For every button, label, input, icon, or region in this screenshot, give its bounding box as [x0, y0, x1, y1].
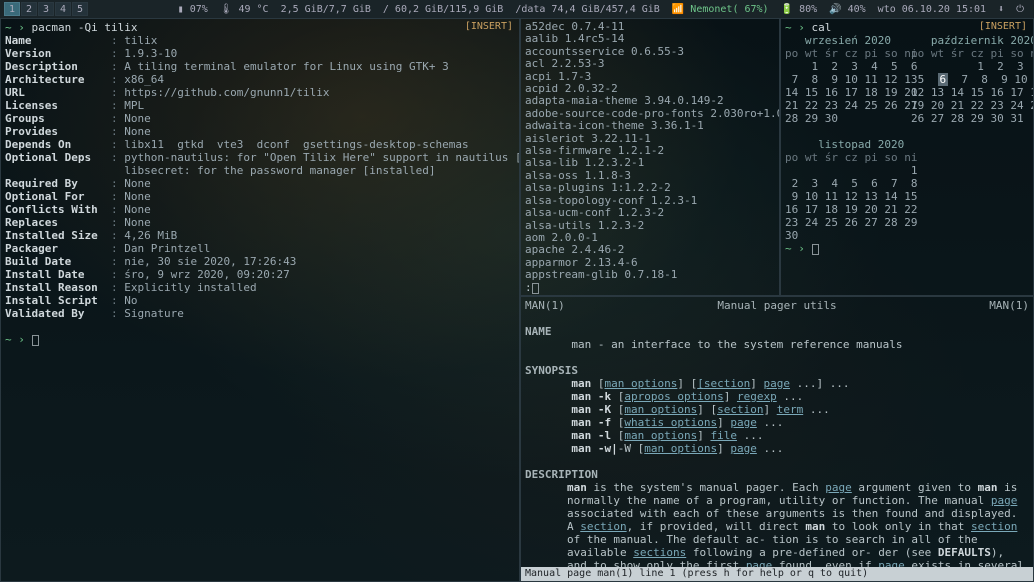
- workspace-list[interactable]: 12345: [4, 2, 88, 16]
- terminal-pane-man[interactable]: MAN(1) Manual pager utils MAN(1) NAME ma…: [520, 296, 1034, 582]
- workspace-5[interactable]: 5: [72, 2, 88, 16]
- mem-stat: 2,5 GiB/7,7 GiB: [281, 4, 371, 15]
- man-header: MAN(1) Manual pager utils MAN(1): [525, 299, 1029, 312]
- cursor-icon: [812, 244, 819, 255]
- pacman-field: libsecret: for the password manager [ins…: [5, 164, 515, 177]
- workspace-3[interactable]: 3: [38, 2, 54, 16]
- swap-stat: / 60,2 GiB/115,9 GiB: [383, 4, 503, 15]
- pacman-field: Architecture : x86_64: [5, 73, 515, 86]
- pacman-field: Conflicts With : None: [5, 203, 515, 216]
- datetime-stat: wto 06.10.20 15:01: [878, 4, 986, 15]
- man-section-description: DESCRIPTION: [525, 468, 598, 481]
- pkg-list-item: adapta-maia-theme 3.94.0.149-2: [525, 95, 775, 107]
- pacman-field: URL : https://github.com/gnunn1/tilix: [5, 86, 515, 99]
- top-status-bar: 12345 ▮ 07% 🌡 49 °C 2,5 GiB/7,7 GiB / 60…: [0, 0, 1034, 18]
- pacman-field: Install Script : No: [5, 294, 515, 307]
- tray-icon[interactable]: ⬇: [998, 4, 1004, 15]
- calendar-month: wrzesień 2020po wt śr cz pi so ni 1 2 3 …: [785, 34, 903, 125]
- pacman-field: Install Reason : Explicitly installed: [5, 281, 515, 294]
- pacman-field: Install Date : śro, 9 wrz 2020, 09:20:27: [5, 268, 515, 281]
- pacman-field: Replaces : None: [5, 216, 515, 229]
- terminal-pane-pacman[interactable]: [INSERT] ~ › pacman -Qi tilix Name : til…: [0, 18, 520, 582]
- pacman-field: Description : A tiling terminal emulator…: [5, 60, 515, 73]
- pacman-field: Version : 1.9.3-10: [5, 47, 515, 60]
- pkg-list-item: acl 2.2.53-3: [525, 58, 775, 70]
- battery-stat: ▮ 07%: [178, 4, 208, 15]
- mode-badge: [INSERT]: [465, 21, 513, 32]
- calendar-month: październik 2020po wt śr cz pi so ni 1 2…: [911, 34, 1029, 125]
- workspace-2[interactable]: 2: [21, 2, 37, 16]
- terminal-pane-pkglist[interactable]: a52dec 0.7.4-11aalib 1.4rc5-14accountsse…: [520, 18, 780, 296]
- workspace-4[interactable]: 4: [55, 2, 71, 16]
- pacman-field: Provides : None: [5, 125, 515, 138]
- pkg-list-item: alsa-lib 1.2.3.2-1: [525, 157, 775, 169]
- pacman-field: Depends On : libx11 gtkd vte3 dconf gset…: [5, 138, 515, 151]
- pacman-field: Name : tilix: [5, 34, 515, 47]
- pkg-list-item: appstream-glib 0.7.18-1: [525, 269, 775, 281]
- pacman-field: Optional Deps : python-nautilus: for "Op…: [5, 151, 515, 164]
- power-icon[interactable]: ⏻: [1016, 4, 1024, 15]
- volume-stat: 🔊 40%: [829, 4, 866, 15]
- pkg-list-item: alsa-ucm-conf 1.2.3-2: [525, 207, 775, 219]
- man-status-line: Manual page man(1) line 1 (press h for h…: [521, 567, 1033, 581]
- man-section-name: NAME: [525, 325, 552, 338]
- pacman-field: Build Date : nie, 30 sie 2020, 17:26:43: [5, 255, 515, 268]
- man-synopsis-line: man -f [whatis options] page ...: [525, 416, 1029, 429]
- wifi-stat: 📶 Nemonet( 67%): [672, 4, 769, 15]
- man-synopsis-line: man -w|-W [man options] page ...: [525, 442, 1029, 455]
- pacman-field: Packager : Dan Printzell: [5, 242, 515, 255]
- man-synopsis-line: man [man options] [[section] page ...] .…: [525, 377, 1029, 390]
- pkg-list-item: aalib 1.4rc5-14: [525, 33, 775, 45]
- data-stat: /data 74,4 GiB/457,4 GiB: [515, 4, 660, 15]
- cursor-icon: [532, 283, 539, 294]
- pkg-list-item: alsa-plugins 1:1.2.2-2: [525, 182, 775, 194]
- man-synopsis-line: man -l [man options] file ...: [525, 429, 1029, 442]
- bat2-stat: 🔋 80%: [781, 4, 818, 15]
- pkg-list-item: adwaita-icon-theme 3.36.1-1: [525, 120, 775, 132]
- pacman-field: Validated By : Signature: [5, 307, 515, 320]
- pacman-field: Required By : None: [5, 177, 515, 190]
- workspace-1[interactable]: 1: [4, 2, 20, 16]
- pacman-field: Groups : None: [5, 112, 515, 125]
- temp-stat: 🌡 49 °C: [220, 4, 269, 15]
- mode-badge: [INSERT]: [979, 21, 1027, 32]
- cursor-icon: [32, 335, 39, 346]
- pacman-field: Optional For : None: [5, 190, 515, 203]
- man-synopsis-line: man -k [apropos options] regexp ...: [525, 390, 1029, 403]
- pkg-list-item: apache 2.4.46-2: [525, 244, 775, 256]
- pacman-field: Licenses : MPL: [5, 99, 515, 112]
- man-section-synopsis: SYNOPSIS: [525, 364, 578, 377]
- pacman-field: Installed Size : 4,26 MiB: [5, 229, 515, 242]
- man-synopsis-line: man -K [man options] [section] term ...: [525, 403, 1029, 416]
- terminal-pane-cal[interactable]: [INSERT] ~ › cal wrzesień 2020po wt śr c…: [780, 18, 1034, 296]
